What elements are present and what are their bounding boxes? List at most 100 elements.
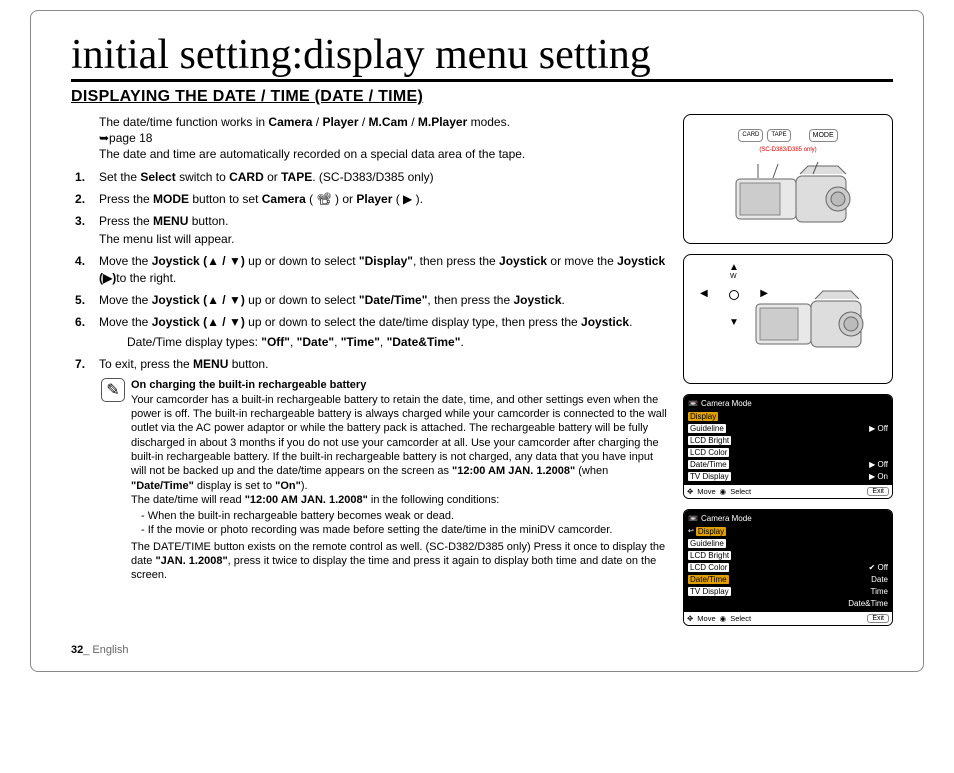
lcd2-move: Move [697,614,715,623]
dpad-icon: ✥ [687,487,693,496]
lcd2-exit: Exit [867,614,889,623]
note-icon: ✎ [101,378,125,402]
note-p1-mid1: (when [575,465,608,477]
type-time: "Time" [341,335,380,349]
step-7-post: button. [228,357,268,371]
lcd1-header: Camera Mode [701,399,752,408]
page-lang: _ English [83,644,128,656]
mode-mplayer: M.Player [418,115,467,129]
page-footer: 32_ English [71,644,893,656]
select-icon: ◉ [720,487,727,496]
lcd1-datetime-val: ▶ Off [869,460,888,469]
note-p2-post: in the following conditions: [368,494,499,506]
types-label: Date/Time display types: [127,335,261,349]
lcd-menu-2: 📼 Camera Mode ↩Display Guideline LCD Bri… [683,509,893,626]
intro-line-2: The date and time are automatically reco… [99,146,669,162]
step-4-mid: up or down to select [245,254,359,268]
lcd1-display: Display [688,412,718,421]
camcorder-icon [718,154,858,234]
mode-camera: Camera [268,115,312,129]
step-4: Move the Joystick (▲ / ▼) up or down to … [71,253,669,285]
joystick-updown-3: Joystick (▲ / ▼) [152,315,245,329]
step-5-pre: Move the [99,293,152,307]
lcd1-move: Move [697,487,715,496]
step-4-mid3: or move the [547,254,617,268]
step-1-mid: switch to [176,170,229,184]
dpad-icon-2: ✥ [687,614,693,623]
step-3-text: Press the [99,214,153,228]
note-p3-date: "JAN. 1.2008" [155,555,227,567]
step-4-mid2: , then press the [413,254,499,268]
step-1-post: . (SC-D383/D385 only) [312,170,433,184]
back-icon: ↩ [688,527,694,535]
step-5-mid: up or down to select [245,293,359,307]
menu-btn-label-2: MENU [193,357,228,371]
lcd2-display: Display [696,527,726,536]
note-block: ✎ On charging the built-in rechargeable … [71,378,669,582]
step-6-types: Date/Time display types: "Off", "Date", … [127,334,669,350]
lcd1-tvdisplay: TV Display [688,472,731,481]
step-2: Press the MODE button to set Camera ( 📽 … [71,191,669,207]
step-6-pre: Move the [99,315,152,329]
step-1: Set the Select switch to CARD or TAPE. (… [71,169,669,185]
intro-line-1: The date/time function works in Camera /… [99,114,669,130]
lcd1-lcdcolor: LCD Color [688,448,729,457]
step-5-mid2: , then press the [427,293,513,307]
lcd2-dt-val: Date&Time [848,599,888,608]
joystick-updown-1: Joystick (▲ / ▼) [152,254,245,268]
lcd2-tvdisplay: TV Display [688,587,731,596]
page-number: 32 [71,644,83,656]
step-4-post: to the right. [116,271,176,285]
camera-icon: ( 📽 ) or [306,192,357,206]
tape-icon-2: 📼 [688,514,698,523]
step-7-pre: To exit, press the [99,357,193,371]
step-6: Move the Joystick (▲ / ▼) up or down to … [71,314,669,350]
lcd1-guideline: Guideline [688,424,726,433]
step-3-sub: The menu list will appear. [99,231,669,247]
lcd1-select: Select [730,487,751,496]
player-label: Player [356,192,392,206]
menu-btn-label: MENU [153,214,188,228]
instructions-column: The date/time function works in Camera /… [71,114,669,636]
lcd2-off-val: Off [869,563,888,572]
select-label: Select [140,170,175,184]
lcd2-select: Select [730,614,751,623]
joystick-3: Joystick [581,315,629,329]
tape-icon: 📼 [688,399,698,408]
model-only-label: (SC-D383/D385 only) [759,147,816,153]
step-1-or: or [264,170,281,184]
step-7: To exit, press the MENU button. [71,356,669,372]
note-p2-pre: The date/time will read [131,494,245,506]
lcd2-date-val: Date [871,575,888,584]
lcd2-time-val: Time [871,587,888,596]
camera-label: Camera [262,192,306,206]
device-figure-joystick: ▲ ▼ ◀ ▶ W [683,254,893,384]
card-switch-label: CARD [738,129,763,142]
lcd1-lcdbright: LCD Bright [688,436,731,445]
intro-text: The date/time function works in [99,115,268,129]
note-dt: "Date/Time" [131,480,194,492]
note-p1-post: ). [301,480,308,492]
joystick-2: Joystick [513,293,561,307]
joystick-w-label: W [730,273,737,280]
note-bullets: When the built-in rechargeable battery b… [141,509,669,538]
lcd2-header: Camera Mode [701,514,752,523]
mode-btn-figure: MODE [809,129,838,142]
step-6-mid: up or down to select the date/time displ… [245,315,581,329]
lcd1-datetime: Date/Time [688,460,729,469]
lcd2-lcdbright: LCD Bright [688,551,731,560]
note-ts-2: "12:00 AM JAN. 1.2008" [245,494,368,506]
figures-column: CARD TAPE MODE (SC-D383/D385 only) [683,114,893,636]
lcd1-guideline-val: ▶ Off [869,424,888,433]
lcd-menu-1: 📼 Camera Mode Display Guideline ▶ Off LCD… [683,394,893,499]
intro-text-post: modes. [467,115,510,129]
step-4-pre: Move the [99,254,152,268]
device-figure-top: CARD TAPE MODE (SC-D383/D385 only) [683,114,893,244]
step-2-text: Press the [99,192,153,206]
mode-mcam: M.Cam [369,115,408,129]
type-off: "Off" [261,335,290,349]
step-1-text: Set the [99,170,140,184]
step-5: Move the Joystick (▲ / ▼) up or down to … [71,292,669,308]
lcd2-datetime: Date/Time [688,575,729,584]
page-title: initial setting:display menu setting [71,31,893,82]
